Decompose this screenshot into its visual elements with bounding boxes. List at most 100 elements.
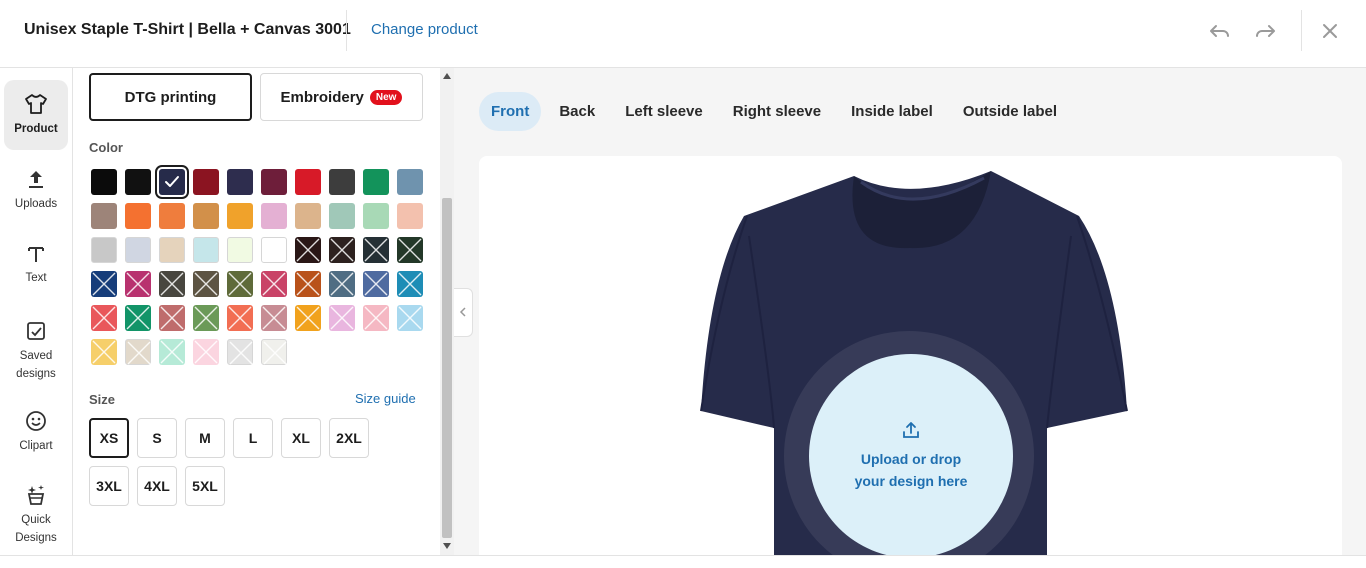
color-swatch[interactable] (261, 339, 287, 365)
color-swatch[interactable] (363, 169, 389, 195)
color-swatch[interactable] (227, 339, 253, 365)
tab-front[interactable]: Front (479, 92, 542, 131)
color-swatch[interactable] (363, 203, 389, 229)
size-option-4xl[interactable]: 4XL (137, 466, 177, 506)
color-swatch[interactable] (159, 305, 185, 331)
color-swatch[interactable] (329, 169, 355, 195)
smiley-icon (25, 410, 47, 437)
color-swatch[interactable] (295, 305, 321, 331)
color-swatch[interactable] (159, 237, 185, 263)
color-swatch[interactable] (227, 237, 253, 263)
color-swatch[interactable] (227, 305, 253, 331)
nav-item-clipart[interactable]: Clipart (4, 410, 68, 456)
panel-scrollbar[interactable] (440, 68, 454, 555)
color-swatch[interactable] (397, 237, 423, 263)
color-swatch[interactable] (227, 271, 253, 297)
upload-dropzone[interactable]: Upload or drop your design here (809, 354, 1013, 556)
color-swatch[interactable] (193, 271, 219, 297)
collapse-panel-button[interactable] (454, 288, 473, 337)
color-swatch[interactable] (227, 169, 253, 195)
color-swatch[interactable] (363, 237, 389, 263)
color-swatch[interactable] (261, 271, 287, 297)
color-swatch[interactable] (193, 203, 219, 229)
color-swatch[interactable] (125, 237, 151, 263)
size-option-m[interactable]: M (185, 418, 225, 458)
change-product-link[interactable]: Change product (371, 20, 478, 40)
color-swatch[interactable] (193, 305, 219, 331)
color-swatch[interactable] (329, 237, 355, 263)
tab-left-sleeve[interactable]: Left sleeve (613, 92, 715, 131)
color-swatch[interactable] (91, 339, 117, 365)
redo-icon[interactable] (1252, 18, 1278, 44)
color-swatch[interactable] (91, 237, 117, 263)
undo-icon[interactable] (1207, 18, 1233, 44)
color-swatch[interactable] (193, 169, 219, 195)
nav-item-text[interactable]: Text (4, 244, 68, 290)
color-swatch[interactable] (261, 305, 287, 331)
color-swatch[interactable] (295, 271, 321, 297)
upload-text: Upload or drop your design here (841, 448, 981, 492)
color-swatch[interactable] (295, 169, 321, 195)
tab-outside-label[interactable]: Outside label (951, 92, 1069, 131)
close-icon[interactable] (1317, 18, 1343, 44)
color-swatch[interactable] (261, 203, 287, 229)
tab-back[interactable]: Back (547, 92, 607, 131)
color-swatch[interactable] (397, 271, 423, 297)
color-swatch[interactable] (125, 271, 151, 297)
tab-right-sleeve[interactable]: Right sleeve (721, 92, 833, 131)
color-swatch[interactable] (227, 203, 253, 229)
color-swatch[interactable] (397, 203, 423, 229)
size-option-xl[interactable]: XL (281, 418, 321, 458)
color-swatch[interactable] (329, 305, 355, 331)
color-swatch[interactable] (295, 203, 321, 229)
embroidery-button[interactable]: Embroidery New (260, 73, 423, 121)
color-swatch[interactable] (329, 271, 355, 297)
color-swatch[interactable] (193, 237, 219, 263)
color-swatch[interactable] (159, 339, 185, 365)
color-swatch[interactable] (397, 169, 423, 195)
color-swatch[interactable] (295, 237, 321, 263)
nav-item-uploads[interactable]: Uploads (4, 168, 68, 218)
nav-label: Uploads (14, 198, 58, 210)
nav-item-product[interactable]: Product (4, 80, 68, 150)
size-option-l[interactable]: L (233, 418, 273, 458)
scroll-up-arrow[interactable] (443, 73, 451, 79)
color-swatch[interactable] (155, 165, 189, 199)
nav-item-saved-designs[interactable]: Saved designs (4, 320, 68, 380)
embroidery-label: Embroidery (280, 88, 364, 106)
color-swatch[interactable] (125, 203, 151, 229)
color-swatch[interactable] (363, 271, 389, 297)
color-swatch[interactable] (397, 305, 423, 331)
upload-text-line1: Upload or drop (860, 450, 962, 467)
color-swatch[interactable] (91, 169, 117, 195)
color-swatch[interactable] (125, 339, 151, 365)
chevron-left-icon (459, 304, 467, 322)
color-swatch[interactable] (261, 237, 287, 263)
color-swatch[interactable] (159, 203, 185, 229)
color-swatch[interactable] (91, 305, 117, 331)
color-swatch[interactable] (91, 271, 117, 297)
dtg-printing-button[interactable]: DTG printing (89, 73, 252, 121)
quick-designs-icon (24, 484, 48, 511)
size-option-2xl[interactable]: 2XL (329, 418, 369, 458)
color-swatch[interactable] (125, 305, 151, 331)
color-swatch[interactable] (125, 169, 151, 195)
color-swatch[interactable] (261, 169, 287, 195)
color-swatch[interactable] (193, 339, 219, 365)
tab-inside-label[interactable]: Inside label (839, 92, 945, 131)
color-swatch[interactable] (363, 305, 389, 331)
nav-item-quick-designs[interactable]: Quick Designs (4, 484, 68, 548)
color-swatch[interactable] (159, 271, 185, 297)
size-option-3xl[interactable]: 3XL (89, 466, 129, 506)
scroll-thumb[interactable] (442, 198, 452, 538)
size-guide-link[interactable]: Size guide (355, 391, 416, 406)
scroll-down-arrow[interactable] (443, 543, 451, 549)
size-option-s[interactable]: S (137, 418, 177, 458)
size-option-xs[interactable]: XS (89, 418, 129, 458)
header-divider (1301, 10, 1302, 51)
color-swatch[interactable] (91, 203, 117, 229)
color-swatch[interactable] (329, 203, 355, 229)
nav-label: Product (14, 122, 58, 135)
header-divider (346, 10, 347, 51)
size-option-5xl[interactable]: 5XL (185, 466, 225, 506)
